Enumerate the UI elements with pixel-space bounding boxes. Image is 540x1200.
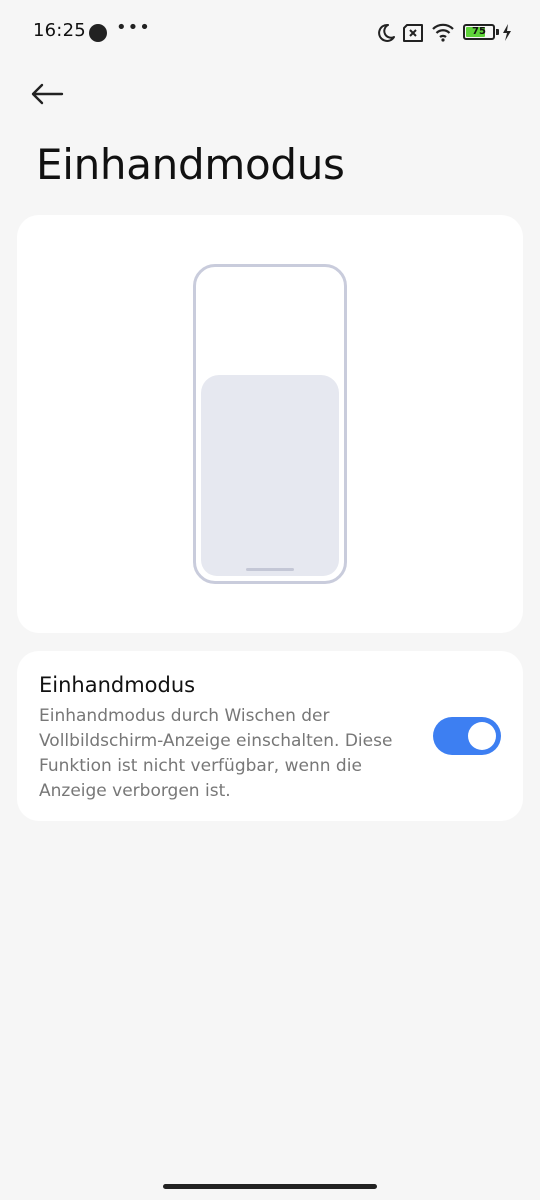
reduced-screen-area [201,375,339,576]
phone-one-handed-illustration [193,264,347,584]
page-title: Einhandmodus [36,140,345,189]
status-time: 16:25 [33,20,86,41]
phone-home-bar [246,568,294,571]
notification-dot-icon [89,24,107,42]
wifi-icon [432,23,454,42]
home-indicator[interactable] [163,1184,377,1189]
setting-title: Einhandmodus [39,673,196,697]
arrow-left-icon [31,83,64,105]
back-button[interactable] [30,72,80,116]
toggle-knob [468,722,496,750]
battery-icon: 75 [463,24,495,40]
more-notifications-icon: ••• [116,17,151,38]
battery-level: 75 [472,26,486,37]
setting-description: Einhandmodus durch Wischen der Vollbilds… [39,706,393,801]
one-handed-mode-setting[interactable]: Einhandmodus Einhandmodus durch Wischen … [17,651,523,821]
no-sim-icon [403,24,423,42]
illustration-card [17,215,523,633]
do-not-disturb-moon-icon [378,23,395,42]
one-handed-mode-toggle[interactable] [433,717,501,755]
status-bar: 16:25 ••• 75 [0,0,540,66]
charging-icon [503,24,511,41]
battery-tip [496,29,499,35]
